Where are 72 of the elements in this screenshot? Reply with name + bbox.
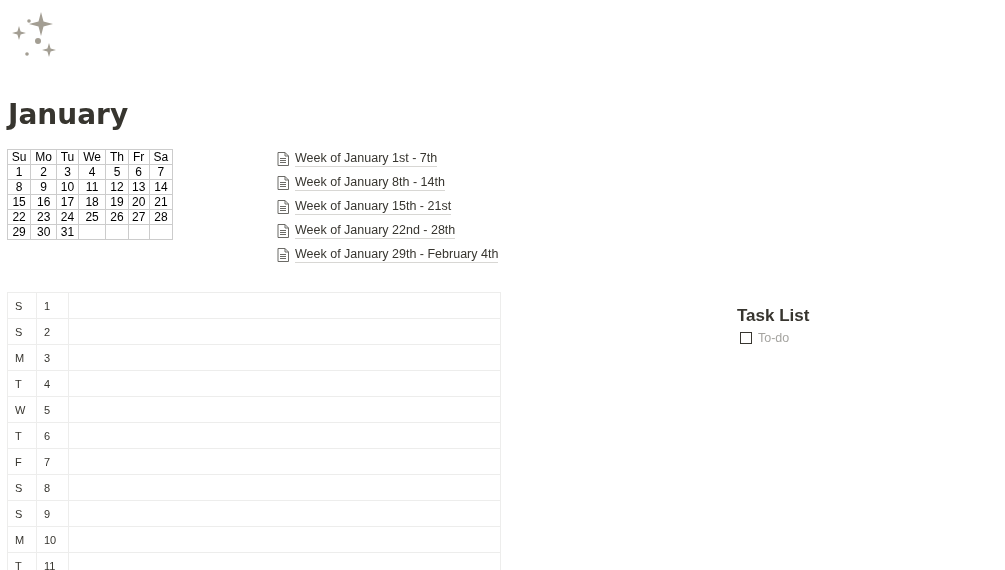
calendar-day: 27 (128, 209, 150, 225)
calendar-day: 25 (78, 209, 106, 225)
table-cell: M (7, 526, 37, 553)
calendar-day: 1 (7, 164, 31, 180)
table-cell: W (7, 396, 37, 423)
task-list-heading: Task List (737, 306, 810, 326)
table-cell: S (7, 318, 37, 345)
table-cell: T (7, 370, 37, 397)
calendar-day: 30 (30, 224, 57, 240)
weekday-header: Th (105, 149, 129, 165)
calendar-day: 17 (56, 194, 79, 210)
calendar-day: 26 (105, 209, 129, 225)
table-cell: 1 (36, 292, 69, 319)
document-icon (277, 248, 289, 262)
calendar-day: 9 (30, 179, 57, 195)
document-icon (277, 224, 289, 238)
calendar-day: 23 (30, 209, 57, 225)
document-icon (277, 152, 289, 166)
table-cell: 2 (36, 318, 69, 345)
table-cell: M (7, 344, 37, 371)
calendar-day: 8 (7, 179, 31, 195)
calendar-day: 14 (149, 179, 173, 195)
calendar-day: 5 (105, 164, 129, 180)
calendar-day: 19 (105, 194, 129, 210)
page-link[interactable]: Week of January 8th - 14th (295, 175, 445, 191)
calendar-day: 21 (149, 194, 173, 210)
page-link[interactable]: Week of January 22nd - 28th (295, 223, 456, 239)
page-title: January (8, 98, 130, 132)
calendar-day: 15 (7, 194, 31, 210)
page-link[interactable]: Week of January 15th - 21st (295, 199, 452, 215)
page-link[interactable]: Week of January 29th - February 4th (295, 247, 499, 263)
table-cell: 4 (36, 370, 69, 397)
weekday-header: Fr (128, 149, 150, 165)
calendar-day: 28 (149, 209, 173, 225)
calendar-day: 11 (78, 179, 106, 195)
calendar-day: 10 (56, 179, 79, 195)
document-icon (277, 176, 289, 190)
calendar-day: 6 (128, 164, 150, 180)
table-cell: S (7, 292, 37, 319)
calendar-day: 29 (7, 224, 31, 240)
calendar-day: 31 (56, 224, 79, 240)
weekday-header: We (78, 149, 106, 165)
weekday-header: Su (7, 149, 31, 165)
weekday-header: Tu (56, 149, 79, 165)
checkbox[interactable] (740, 332, 752, 344)
table-cell: 5 (36, 396, 69, 423)
table-cell: S (7, 474, 37, 501)
calendar-day: 18 (78, 194, 106, 210)
calendar-day: 24 (56, 209, 79, 225)
calendar-day: 12 (105, 179, 129, 195)
table-cell: S (7, 500, 37, 527)
calendar-day: 2 (30, 164, 57, 180)
calendar-day: 22 (7, 209, 31, 225)
table-cell: F (7, 448, 37, 475)
table-cell: T (7, 552, 37, 570)
table-cell: T (7, 422, 37, 449)
table-cell: 7 (36, 448, 69, 475)
table-cell: 8 (36, 474, 69, 501)
calendar-day: 4 (78, 164, 106, 180)
page-link[interactable]: Week of January 1st - 7th (295, 151, 438, 167)
table-cell: 3 (36, 344, 69, 371)
table-cell: 10 (36, 526, 69, 553)
table-cell: 6 (36, 422, 69, 449)
calendar-day: 16 (30, 194, 57, 210)
calendar-day: 13 (128, 179, 150, 195)
calendar-day: 20 (128, 194, 150, 210)
table-cell: 9 (36, 500, 69, 527)
weekday-header: Mo (30, 149, 57, 165)
weekday-header: Sa (149, 149, 173, 165)
calendar-day: 3 (56, 164, 79, 180)
document-icon (277, 200, 289, 214)
calendar-day: 7 (149, 164, 173, 180)
